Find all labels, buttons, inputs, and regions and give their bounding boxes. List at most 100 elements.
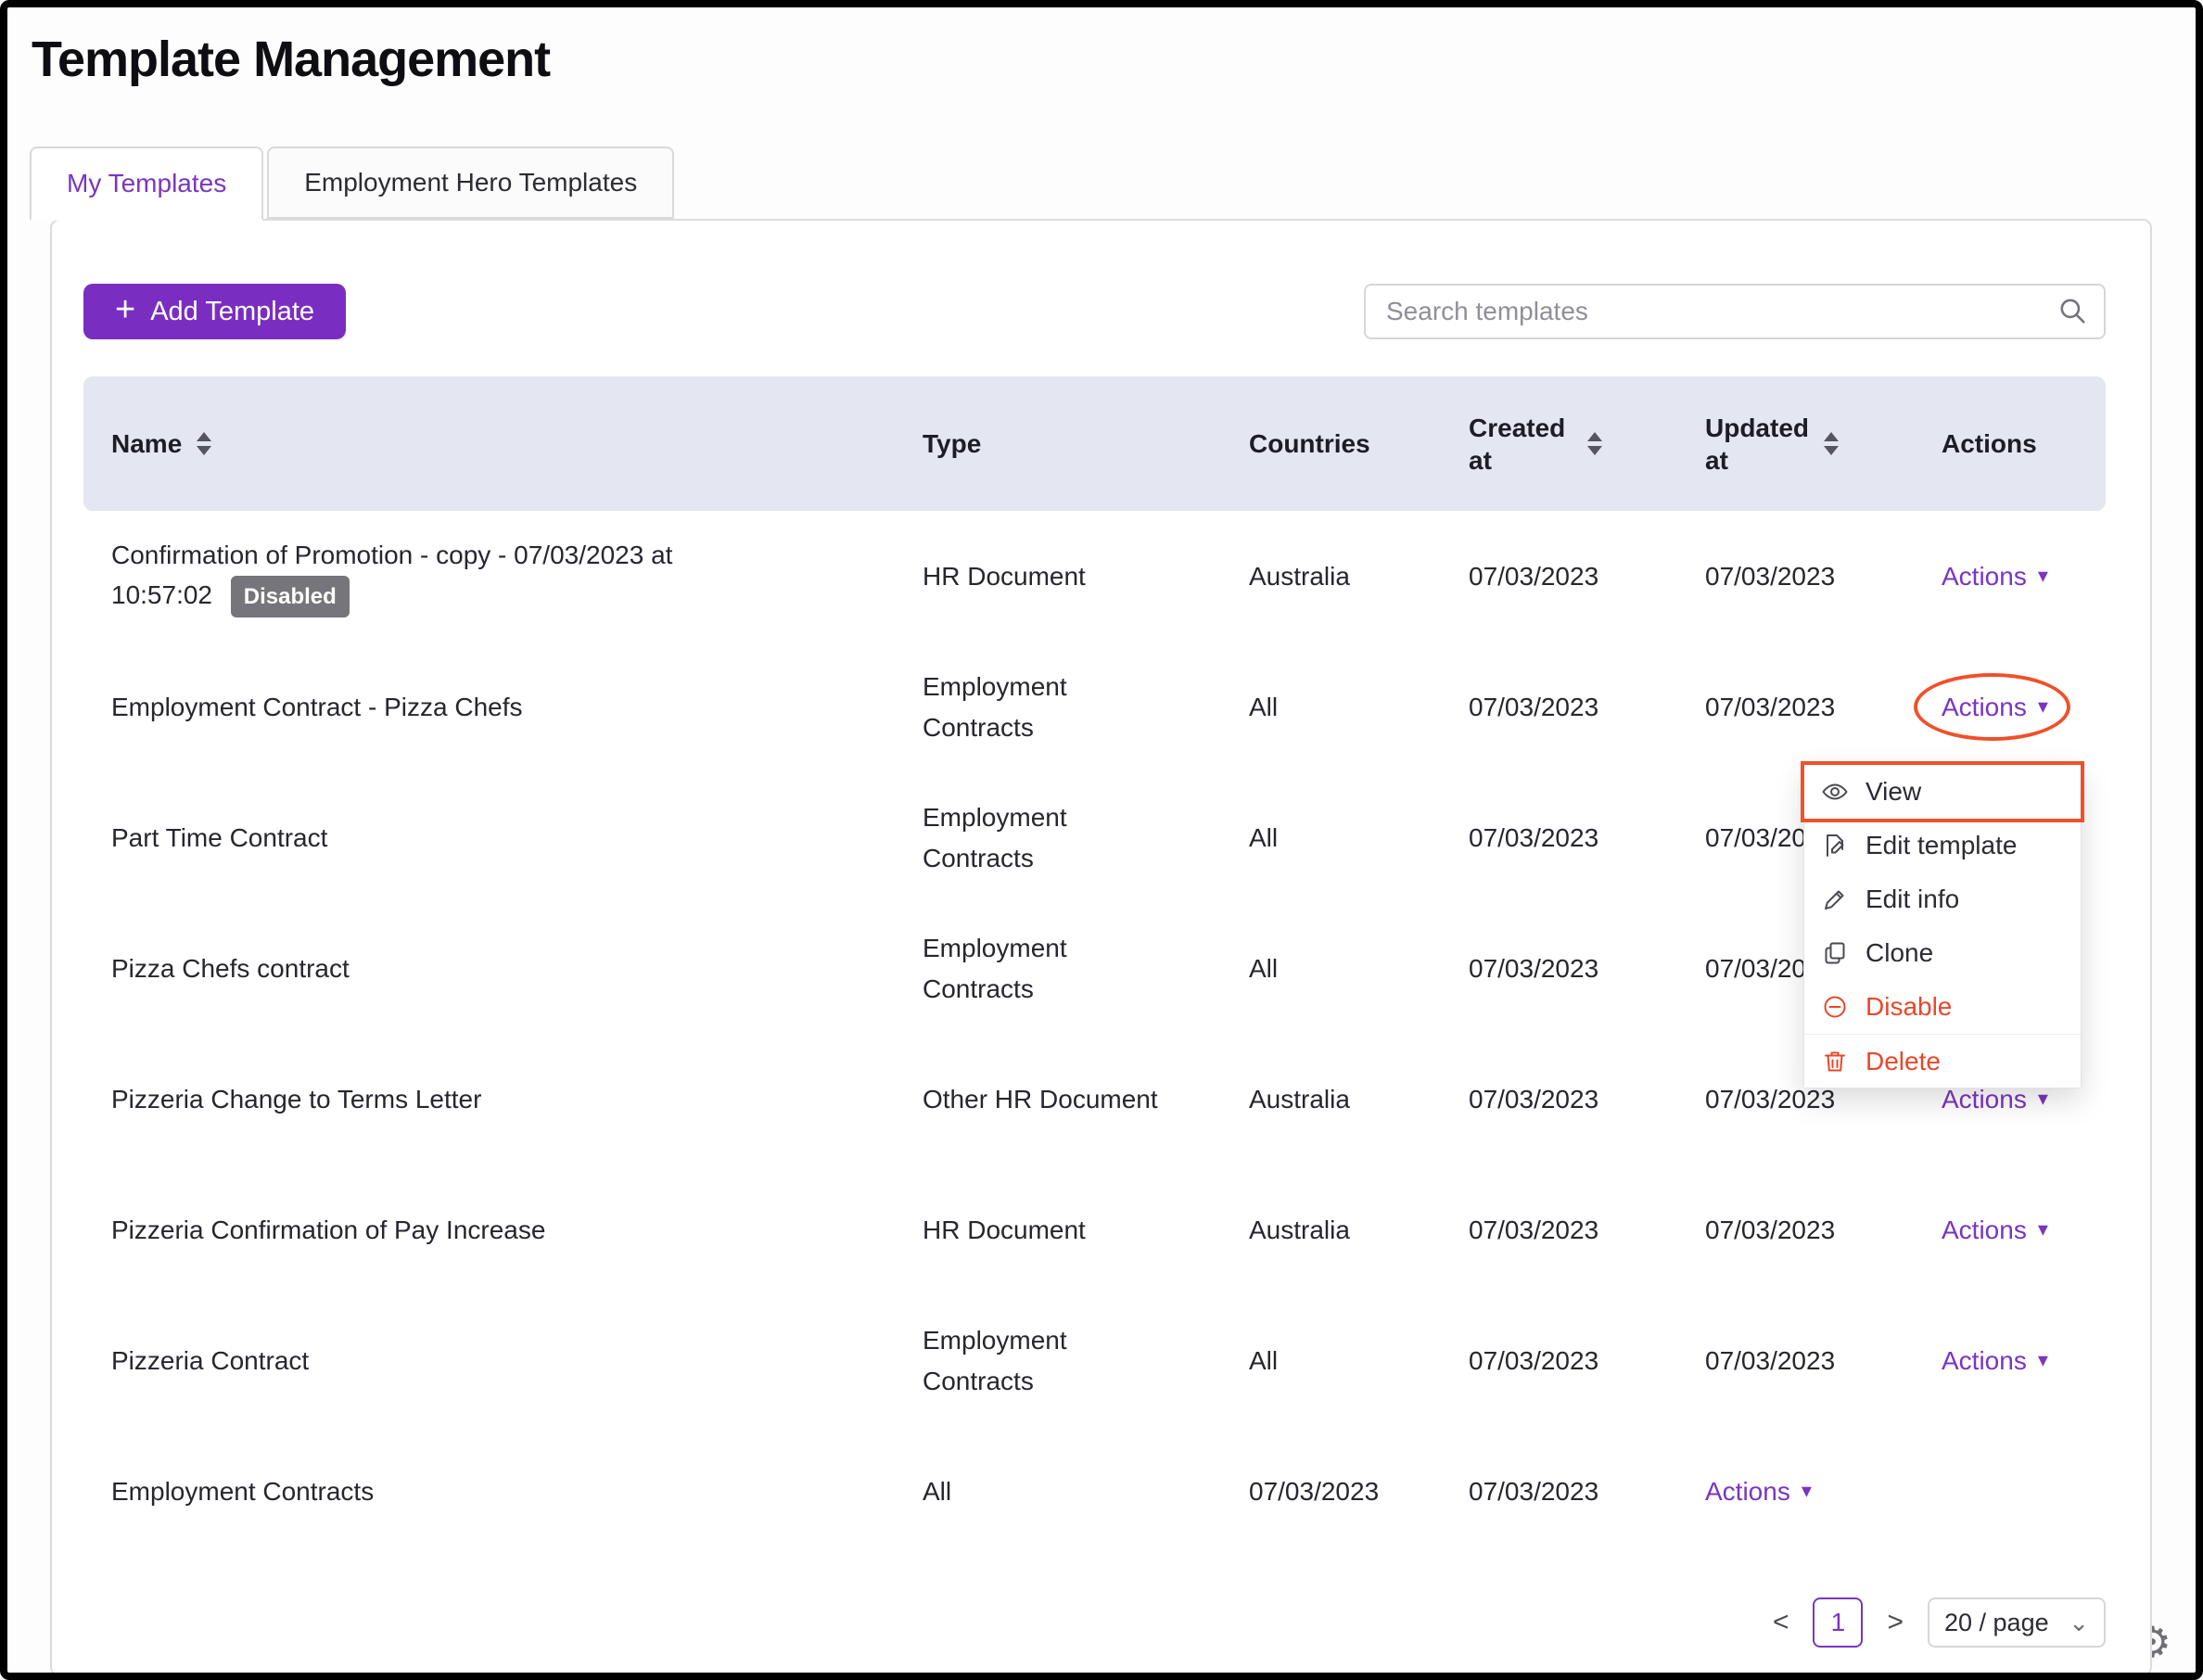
template-created-cell: 07/03/2023: [1441, 808, 1677, 867]
template-type-cell: Employment Contracts: [895, 788, 1221, 887]
template-actions-cell: [1914, 1483, 2106, 1501]
template-type-cell: Other HR Document: [895, 1070, 1221, 1128]
menu-item-edit-info[interactable]: Edit info: [1804, 872, 2081, 926]
trash-icon: [1821, 1048, 1849, 1075]
pencil-icon: [1821, 885, 1849, 913]
template-type-cell: HR Document: [895, 1201, 1221, 1259]
template-name-cell: Pizzeria Contract: [83, 1331, 895, 1390]
template-name-cell: Part Time Contract: [83, 808, 895, 867]
template-type-cell: Employment Contracts: [895, 657, 1221, 757]
prev-page-button[interactable]: <: [1769, 1607, 1793, 1638]
templates-panel: + Add Template Name Type: [50, 219, 2152, 1676]
template-countries-cell: Australia: [1221, 1201, 1441, 1259]
template-type-cell: Employment Contracts: [895, 919, 1221, 1018]
column-header-updated-at: Updated at: [1677, 412, 1914, 477]
row-actions-button[interactable]: Actions ▾: [1705, 1471, 1812, 1511]
template-type-cell: HR Document: [895, 547, 1221, 605]
row-actions-button[interactable]: Actions ▾: [1942, 1210, 2048, 1250]
template-actions-cell: Actions ▾: [1914, 1201, 2106, 1259]
template-created-cell: 07/03/2023: [1441, 1462, 1677, 1521]
template-updated-cell: 07/03/2023: [1677, 678, 1914, 736]
table-row: Confirmation of Promotion - copy - 07/03…: [83, 511, 2106, 642]
clone-icon: [1821, 939, 1849, 967]
chevron-down-icon: ▾: [2038, 1350, 2048, 1370]
table-row: Pizzeria Confirmation of Pay Increase HR…: [83, 1165, 2106, 1295]
template-created-cell: 07/03/2023: [1441, 678, 1677, 736]
column-header-countries: Countries: [1221, 429, 1441, 459]
plus-icon: +: [115, 292, 135, 327]
template-countries-cell: 07/03/2023: [1221, 1462, 1441, 1521]
current-page-button[interactable]: 1: [1813, 1597, 1863, 1648]
template-updated-cell: Actions ▾: [1677, 1462, 1914, 1521]
chevron-down-icon: ▾: [2038, 1219, 2048, 1240]
row-actions-button[interactable]: Actions ▾: [1942, 556, 2048, 596]
chevron-down-icon: ▾: [2038, 696, 2048, 717]
template-type-cell: All: [895, 1462, 1221, 1521]
column-header-actions: Actions: [1914, 429, 2106, 459]
disabled-badge: Disabled: [231, 576, 350, 617]
table-row: Employment Contract - Pizza Chefs Employ…: [83, 642, 2106, 772]
menu-item-edit-template[interactable]: Edit template: [1804, 819, 2081, 872]
table-row: Part Time Contract Employment Contracts …: [83, 772, 2106, 903]
template-countries-cell: Australia: [1221, 1070, 1441, 1128]
page-size-select[interactable]: 20 / page ⌄: [1928, 1597, 2106, 1648]
template-name-cell: Pizza Chefs contract: [83, 939, 895, 998]
search-icon[interactable]: [2057, 296, 2087, 330]
page-title: Template Management: [32, 28, 2196, 91]
template-created-cell: 07/03/2023: [1441, 1331, 1677, 1390]
template-created-cell: 07/03/2023: [1441, 1070, 1677, 1128]
template-countries-cell: Australia: [1221, 547, 1441, 605]
template-countries-cell: All: [1221, 808, 1441, 867]
search-input[interactable]: [1364, 284, 2106, 339]
table-row: Pizzeria Contract Employment Contracts A…: [83, 1295, 2106, 1426]
search-box: [1364, 284, 2106, 339]
add-template-label: Add Template: [150, 297, 314, 327]
template-name-cell: Pizzeria Change to Terms Letter: [83, 1070, 895, 1128]
template-name-cell: Employment Contracts: [83, 1462, 895, 1521]
next-page-button[interactable]: >: [1883, 1607, 1907, 1638]
disable-icon: [1821, 993, 1849, 1021]
template-name: Confirmation of Promotion - copy - 07/03…: [111, 541, 672, 609]
templates-table: Name Type Countries Created at Updated a…: [83, 376, 2106, 1557]
row-actions-button-open[interactable]: Actions ▾: [1942, 687, 2048, 727]
menu-item-clone[interactable]: Clone: [1804, 926, 2081, 980]
toolbar: + Add Template: [83, 284, 2106, 339]
annotation-ellipse: Actions ▾: [1942, 687, 2048, 727]
template-updated-cell: 07/03/2023: [1677, 547, 1914, 605]
template-actions-cell: Actions ▾: [1914, 547, 2106, 605]
template-updated-cell: 07/03/2023: [1677, 1201, 1914, 1259]
table-row: Pizzeria Change to Terms Letter Other HR…: [83, 1034, 2106, 1165]
sort-created-button[interactable]: [1587, 432, 1602, 455]
template-created-cell: 07/03/2023: [1441, 1201, 1677, 1259]
sort-updated-button[interactable]: [1824, 432, 1839, 455]
chevron-down-icon: ▾: [2038, 1088, 2048, 1109]
menu-item-delete[interactable]: Delete: [1804, 1034, 2081, 1088]
pagination: < 1 > 20 / page ⌄: [83, 1597, 2106, 1648]
tab-employment-hero-templates[interactable]: Employment Hero Templates: [267, 146, 674, 219]
template-actions-cell: Actions ▾: [1914, 678, 2106, 736]
menu-item-view[interactable]: View: [1804, 765, 2081, 819]
chevron-down-icon: ▾: [1802, 1481, 1812, 1501]
tab-my-templates[interactable]: My Templates: [30, 146, 263, 221]
template-name-cell: Pizzeria Confirmation of Pay Increase: [83, 1201, 895, 1259]
table-row: Employment Contracts All 07/03/2023 07/0…: [83, 1426, 2106, 1557]
add-template-button[interactable]: + Add Template: [83, 284, 346, 339]
template-countries-cell: All: [1221, 678, 1441, 736]
template-countries-cell: All: [1221, 1331, 1441, 1390]
table-row: Pizza Chefs contract Employment Contract…: [83, 903, 2106, 1034]
row-actions-button[interactable]: Actions ▾: [1942, 1341, 2048, 1381]
column-header-name: Name: [83, 429, 895, 459]
app-window: Template Management My Templates Employm…: [0, 0, 2203, 1680]
actions-dropdown-menu: View Edit template Edit info: [1803, 764, 2082, 1088]
table-header: Name Type Countries Created at Updated a…: [83, 376, 2106, 511]
sort-name-button[interactable]: [197, 432, 211, 455]
template-name-cell: Confirmation of Promotion - copy - 07/03…: [83, 526, 732, 628]
column-header-type: Type: [895, 429, 1221, 459]
template-countries-cell: All: [1221, 939, 1441, 998]
menu-item-disable[interactable]: Disable: [1804, 980, 2081, 1034]
chevron-down-icon: ▾: [2038, 566, 2048, 586]
template-type-cell: Employment Contracts: [895, 1311, 1221, 1410]
template-actions-cell: Actions ▾: [1914, 1331, 2106, 1390]
template-name-cell: Employment Contract - Pizza Chefs: [83, 678, 895, 736]
edit-template-icon: [1821, 832, 1849, 859]
